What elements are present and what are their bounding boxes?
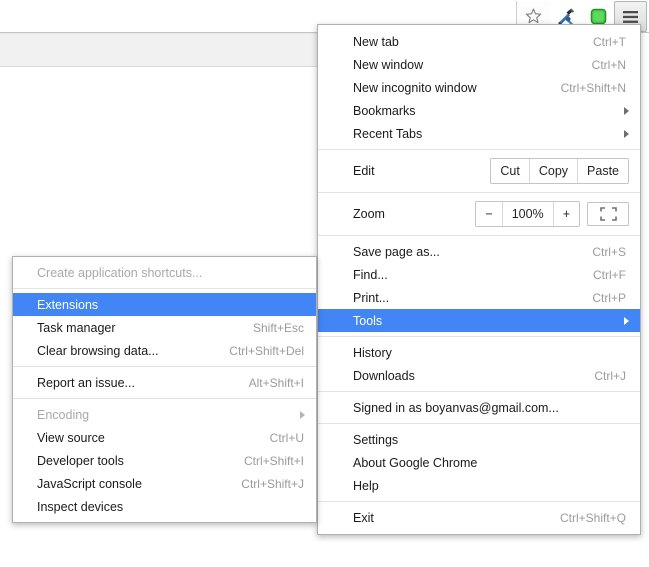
menu-item-shortcut: Ctrl+T (593, 34, 626, 49)
zoom-in-button[interactable]: + (553, 202, 579, 226)
menu-item-tools[interactable]: Tools (318, 309, 640, 332)
menu-item-label: Tools (353, 313, 383, 328)
menu-separator (318, 423, 640, 424)
menu-row-edit: Edit Cut Copy Paste (318, 154, 640, 188)
menu-item-shortcut: Ctrl+S (592, 244, 626, 259)
menu-item-help[interactable]: Help (318, 474, 640, 497)
paste-button[interactable]: Paste (578, 159, 628, 183)
menu-item-downloads[interactable]: Downloads Ctrl+J (318, 364, 640, 387)
zoom-level-value: 100% (502, 202, 554, 226)
menu-item-label: Find... (353, 267, 388, 282)
menu-item-label: Clear browsing data... (37, 343, 159, 358)
menu-item-label: About Google Chrome (353, 455, 478, 470)
edit-button-group: Cut Copy Paste (490, 158, 629, 184)
menu-item-shortcut: Ctrl+Shift+Del (229, 343, 304, 358)
menu-item-label: Exit (353, 510, 374, 525)
menu-item-label: Developer tools (37, 453, 124, 468)
chevron-right-icon (300, 410, 305, 419)
chevron-right-icon (624, 316, 629, 325)
submenu-item-view-source[interactable]: View source Ctrl+U (13, 426, 316, 449)
menu-item-label: Signed in as boyanvas@gmail.com... (353, 400, 559, 415)
menu-item-shortcut: Ctrl+J (594, 368, 626, 383)
menu-item-label: JavaScript console (37, 476, 142, 491)
menu-item-label: Extensions (37, 297, 99, 312)
chevron-right-icon (624, 129, 629, 138)
menu-separator (318, 391, 640, 392)
menu-item-signed-in-as[interactable]: Signed in as boyanvas@gmail.com... (318, 396, 640, 419)
menu-item-label: Settings (353, 432, 399, 447)
menu-item-label: Downloads (353, 368, 415, 383)
menu-item-label: Save page as... (353, 244, 440, 259)
submenu-item-task-manager[interactable]: Task manager Shift+Esc (13, 316, 316, 339)
zoom-row-label: Zoom (353, 207, 385, 221)
menu-item-shortcut: Ctrl+Shift+J (241, 476, 304, 491)
chrome-menu-icon (622, 10, 639, 24)
submenu-item-javascript-console[interactable]: JavaScript console Ctrl+Shift+J (13, 472, 316, 495)
menu-item-new-tab[interactable]: New tab Ctrl+T (318, 30, 640, 53)
fullscreen-button[interactable] (587, 202, 629, 226)
menu-separator (318, 336, 640, 337)
menu-separator (318, 501, 640, 502)
menu-item-label: View source (37, 430, 105, 445)
edit-row-label: Edit (353, 164, 375, 178)
chevron-right-icon (624, 106, 629, 115)
menu-item-shortcut: Ctrl+Shift+Q (559, 510, 626, 525)
menu-item-label: Encoding (37, 407, 90, 422)
menu-separator (13, 288, 316, 289)
menu-item-shortcut: Ctrl+Shift+N (560, 80, 626, 95)
menu-item-shortcut: Ctrl+F (593, 267, 626, 282)
menu-separator (13, 398, 316, 399)
menu-item-recent-tabs[interactable]: Recent Tabs (318, 122, 640, 145)
zoom-out-button[interactable]: − (476, 202, 503, 226)
cut-button[interactable]: Cut (491, 159, 530, 183)
menu-item-bookmarks[interactable]: Bookmarks (318, 99, 640, 122)
menu-item-label: Task manager (37, 320, 116, 335)
menu-item-shortcut: Ctrl+N (591, 57, 626, 72)
menu-item-find[interactable]: Find... Ctrl+F (318, 263, 640, 286)
menu-separator (13, 366, 316, 367)
submenu-item-create-application-shortcuts: Create application shortcuts... (13, 261, 316, 284)
menu-item-shortcut: Ctrl+U (269, 430, 304, 445)
menu-item-history[interactable]: History (318, 341, 640, 364)
menu-item-label: Recent Tabs (353, 126, 423, 141)
menu-separator (318, 149, 640, 150)
menu-item-new-incognito-window[interactable]: New incognito window Ctrl+Shift+N (318, 76, 640, 99)
fullscreen-icon (599, 207, 617, 221)
menu-item-label: New tab (353, 34, 399, 49)
menu-item-label: Inspect devices (37, 499, 124, 514)
submenu-item-encoding: Encoding (13, 403, 316, 426)
menu-item-settings[interactable]: Settings (318, 428, 640, 451)
menu-item-label: Print... (353, 290, 390, 305)
menu-item-shortcut: Shift+Esc (252, 320, 304, 335)
tools-submenu: Create application shortcuts... Extensio… (12, 256, 317, 523)
menu-item-new-window[interactable]: New window Ctrl+N (318, 53, 640, 76)
menu-item-shortcut: Ctrl+Shift+I (243, 453, 304, 468)
submenu-item-developer-tools[interactable]: Developer tools Ctrl+Shift+I (13, 449, 316, 472)
menu-separator (318, 192, 640, 193)
zoom-button-group: − 100% + (475, 201, 580, 227)
menu-item-save-page-as[interactable]: Save page as... Ctrl+S (318, 240, 640, 263)
page-header-band (0, 33, 317, 67)
menu-row-zoom: Zoom − 100% + (318, 197, 640, 231)
menu-item-label: History (353, 345, 392, 360)
menu-separator (318, 235, 640, 236)
chrome-main-menu: New tab Ctrl+T New window Ctrl+N New inc… (317, 24, 641, 535)
menu-item-exit[interactable]: Exit Ctrl+Shift+Q (318, 506, 640, 529)
menu-item-label: Report an issue... (37, 375, 135, 390)
menu-item-shortcut: Alt+Shift+I (248, 375, 304, 390)
menu-item-print[interactable]: Print... Ctrl+P (318, 286, 640, 309)
menu-item-label: Create application shortcuts... (37, 265, 203, 280)
menu-item-about-google-chrome[interactable]: About Google Chrome (318, 451, 640, 474)
menu-item-label: New incognito window (353, 80, 477, 95)
menu-item-label: New window (353, 57, 424, 72)
menu-item-shortcut: Ctrl+P (592, 290, 626, 305)
copy-button[interactable]: Copy (529, 159, 579, 183)
submenu-item-extensions[interactable]: Extensions (13, 293, 316, 316)
submenu-item-clear-browsing-data[interactable]: Clear browsing data... Ctrl+Shift+Del (13, 339, 316, 362)
menu-item-label: Bookmarks (353, 103, 416, 118)
menu-item-label: Help (353, 478, 379, 493)
submenu-item-report-an-issue[interactable]: Report an issue... Alt+Shift+I (13, 371, 316, 394)
submenu-item-inspect-devices[interactable]: Inspect devices (13, 495, 316, 518)
